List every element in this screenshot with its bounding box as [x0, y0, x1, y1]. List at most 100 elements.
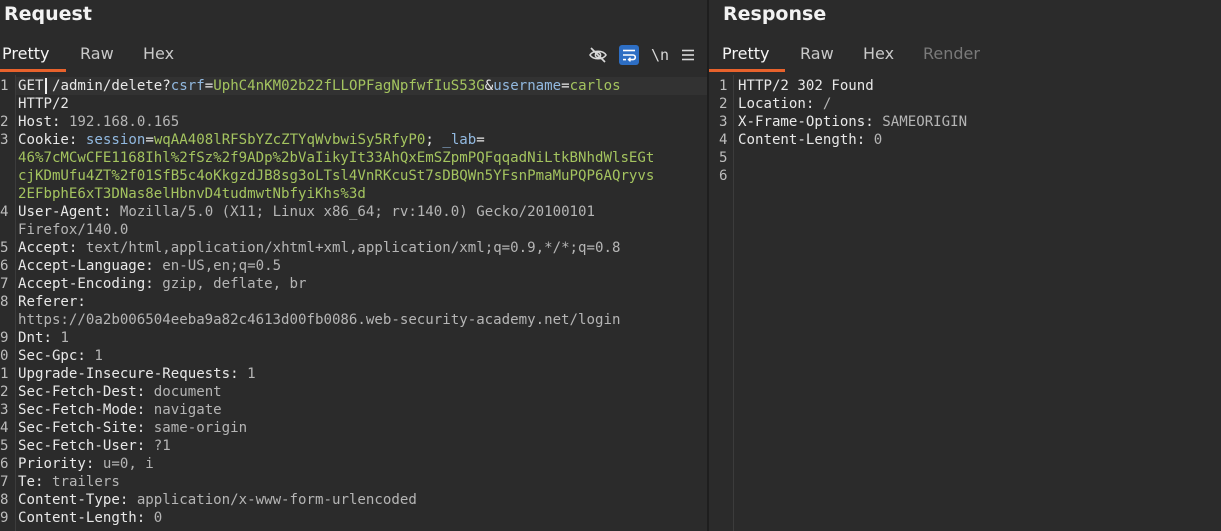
code-token: 1	[60, 330, 69, 346]
code-token: csrf	[170, 78, 205, 94]
line-content: 46%7cMCwCFE1168Ihl%2fSz%2f9ADp%2bVaIikyI…	[18, 149, 654, 167]
wrap-lines-icon[interactable]	[619, 45, 639, 65]
line-number: 1	[0, 366, 9, 382]
line-content: Te: trailers	[18, 473, 120, 491]
code-token: Upgrade-Insecure-Requests	[18, 366, 231, 382]
code-token: :	[145, 258, 163, 274]
code-line: 2EFbphE6xT3DNas8elHbnvD4tudmwtNbfyiKhs%3…	[0, 185, 707, 203]
active-tab-indicator	[709, 69, 785, 72]
code-token: :	[805, 96, 823, 112]
tab-hex[interactable]: Hex	[143, 44, 174, 63]
code-token: carlos	[569, 78, 621, 94]
code-line: 9 Content-Length: 0	[0, 509, 707, 527]
line-content: Sec-Gpc: 1	[18, 347, 103, 365]
code-token: cjKDmUfu4ZT%2f01SfB5c4oKkgzdJB8sg3oLTsl4…	[18, 168, 655, 184]
code-token: Priority	[18, 456, 86, 472]
code-token: Sec-Fetch-Site	[18, 420, 137, 436]
code-token: 1	[247, 366, 256, 382]
code-token: :	[136, 384, 154, 400]
line-content: Sec-Fetch-Site: same-origin	[18, 419, 247, 437]
code-line: 3 Sec-Fetch-Mode: navigate	[0, 401, 707, 419]
tab-pretty[interactable]: Pretty	[2, 44, 49, 63]
line-content: Sec-Fetch-Mode: navigate	[18, 401, 222, 419]
code-line: 7 Accept-Encoding: gzip, deflate, br	[0, 275, 707, 293]
line-content: GET /admin/delete?csrf = UphC4nKM02b22fLLO…	[18, 77, 621, 95]
code-line: 3 X-Frame-Options: SAMEORIGIN	[709, 113, 1221, 131]
line-number: 3	[0, 402, 9, 418]
code-token: HTTP/2 302 Found	[738, 78, 874, 94]
code-token: 1	[94, 348, 103, 364]
code-token: 0	[153, 510, 163, 526]
code-token: =	[561, 78, 570, 94]
code-token: :	[119, 492, 137, 508]
code-token: SAMEORIGIN	[882, 114, 968, 130]
line-number: 4	[0, 420, 9, 436]
code-token: 192.168.0.165	[68, 114, 180, 130]
request-lines: 1 GET /admin/delete?csrf = UphC4nKM02b22fLL…	[0, 77, 707, 527]
line-content: Sec-Fetch-User: ?1	[18, 437, 171, 455]
code-token: :	[51, 114, 69, 130]
line-content: Host: 192.168.0.165	[18, 113, 179, 131]
line-content: User-Agent: Mozilla/5.0 (X11; Linux x86_…	[18, 203, 595, 221]
code-line: 8 Referer:	[0, 293, 707, 311]
code-line: 1 HTTP/2 302 Found	[709, 77, 1221, 95]
line-content: Content-Type: application/x-www-form-url…	[18, 491, 417, 509]
code-token: Accept-Encoding	[18, 276, 146, 292]
code-token: UphC4nKM02b22fLLOPFagNpfwfIuS53G	[213, 78, 485, 94]
eye-slash-icon[interactable]	[587, 44, 609, 66]
code-line: 2 Sec-Fetch-Dest: document	[0, 383, 707, 401]
menu-icon[interactable]	[680, 44, 696, 66]
request-editor[interactable]: 1 GET /admin/delete?csrf = UphC4nKM02b22fLL…	[0, 75, 707, 531]
code-token: :	[85, 456, 103, 472]
code-token: /	[822, 96, 832, 112]
line-content: Upgrade-Insecure-Requests: 1	[18, 365, 256, 383]
line-number: 6	[719, 168, 728, 184]
code-line: 4 User-Agent: Mozilla/5.0 (X11; Linux x86…	[0, 203, 707, 221]
line-content: https://0a2b006504eeba9a82c4613d00fb0086…	[18, 311, 620, 329]
code-token: :	[230, 366, 248, 382]
code-token: Referer	[18, 294, 78, 310]
line-number: 3	[0, 132, 9, 148]
line-content: Location: /	[738, 95, 831, 113]
code-line: 2 Host: 192.168.0.165	[0, 113, 707, 131]
code-token: :	[136, 402, 154, 418]
code-token: :	[68, 240, 86, 256]
response-pane: Response Pretty Raw Hex Render 1 HTTP/2 3…	[709, 0, 1221, 531]
line-content: Content-Length: 0	[738, 131, 882, 149]
code-line: 5	[709, 149, 1221, 167]
code-line: 4 Content-Length: 0	[709, 131, 1221, 149]
line-number: 7	[0, 276, 9, 292]
tab-raw[interactable]: Raw	[800, 44, 834, 63]
code-token: :	[68, 132, 86, 148]
tab-render[interactable]: Render	[923, 44, 980, 63]
code-token: :	[136, 438, 154, 454]
active-tab-indicator	[0, 69, 66, 72]
code-line: 5 Accept: text/html,application/xhtml+xml…	[0, 239, 707, 257]
line-content: Dnt: 1	[18, 329, 69, 347]
line-content: Accept-Encoding: gzip, deflate, br	[18, 275, 307, 293]
code-token: :	[102, 204, 120, 220]
code-line: HTTP/2	[0, 95, 707, 113]
code-token: /admin/delete?	[51, 78, 171, 94]
tab-raw[interactable]: Raw	[80, 44, 114, 63]
code-token: session	[85, 132, 146, 148]
code-token: https://0a2b006504eeba9a82c4613d00fb0086…	[18, 312, 621, 328]
request-pane: Request Pretty Raw Hex \n 1 GET /admin/d…	[0, 0, 707, 531]
code-token: username	[493, 78, 562, 94]
code-token: :	[43, 330, 61, 346]
line-content: Accept-Language: en-US,en;q=0.5	[18, 257, 281, 275]
tab-pretty[interactable]: Pretty	[722, 44, 769, 63]
line-content: X-Frame-Options: SAMEORIGIN	[738, 113, 967, 131]
code-token: document	[153, 384, 222, 400]
response-editor[interactable]: 1 HTTP/2 302 Found 2 Location: /3 X-Frame-Op…	[709, 75, 1221, 531]
code-token: 0	[873, 132, 883, 148]
code-token: GET	[18, 78, 44, 94]
line-number: 7	[0, 474, 9, 490]
code-line: 1 Upgrade-Insecure-Requests: 1	[0, 365, 707, 383]
newline-toggle-button[interactable]: \n	[650, 44, 670, 66]
tab-hex[interactable]: Hex	[863, 44, 894, 63]
code-token: gzip, deflate, br	[162, 276, 307, 292]
code-line: 3 Cookie: session=wqAA408lRFSbYZcZTYqWvbw…	[0, 131, 707, 149]
code-token: Sec-Fetch-Dest	[18, 384, 137, 400]
line-number: 5	[0, 438, 9, 454]
